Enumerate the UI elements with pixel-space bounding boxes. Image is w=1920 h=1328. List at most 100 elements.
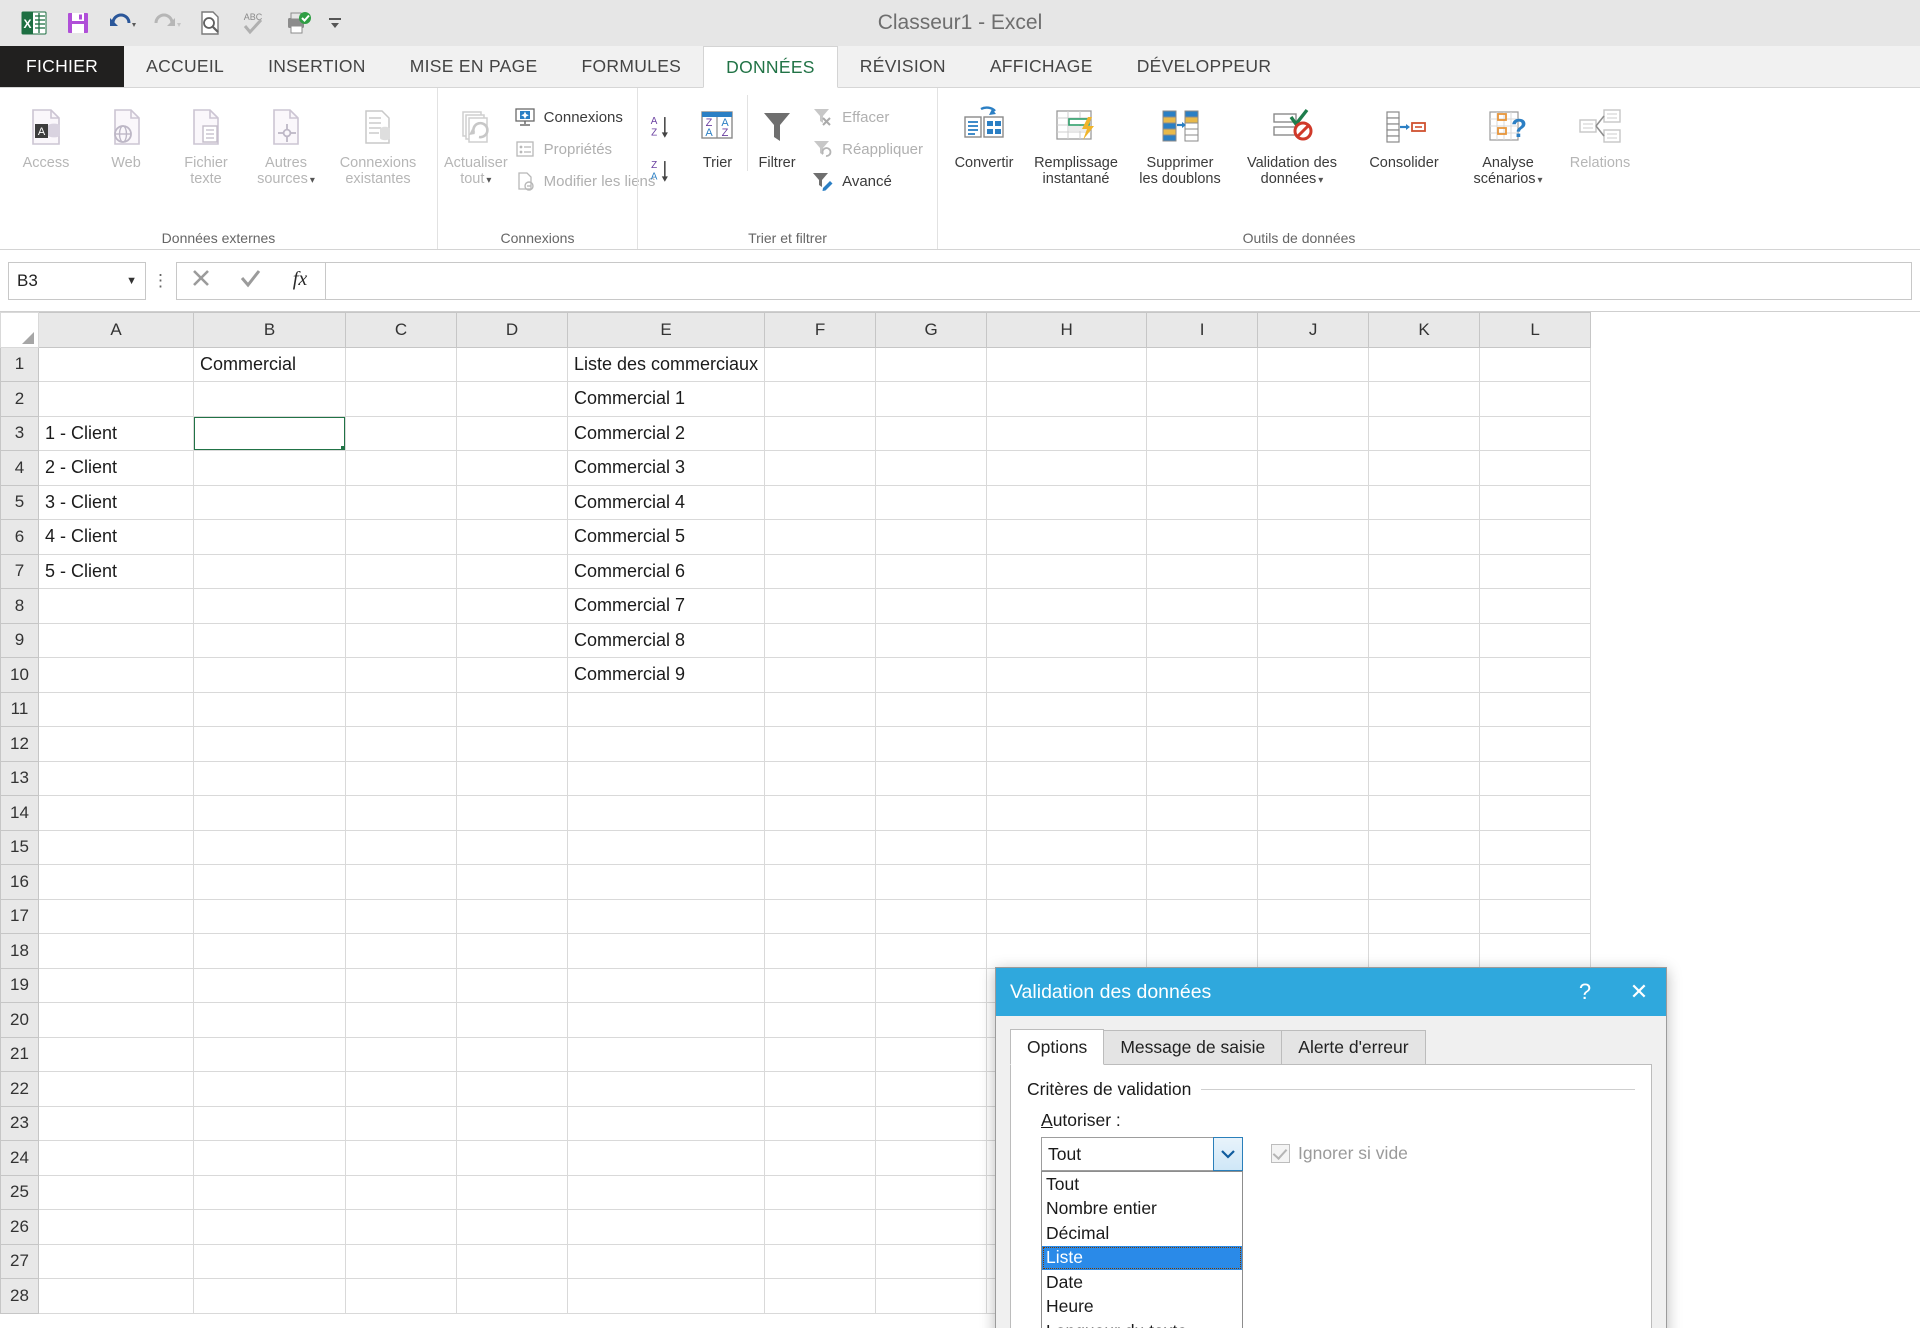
row-header-14[interactable]: 14 xyxy=(0,795,39,831)
cell-B18[interactable] xyxy=(193,933,346,969)
cell-C14[interactable] xyxy=(345,795,457,831)
cell-A15[interactable] xyxy=(38,829,194,865)
ribbon-button-connexions-existantes[interactable]: Connexions existantes xyxy=(326,95,430,187)
cell-I3[interactable] xyxy=(1146,415,1259,451)
cell-F19[interactable] xyxy=(764,967,877,1003)
cell-G24[interactable] xyxy=(875,1140,988,1176)
cell-K7[interactable] xyxy=(1368,553,1481,589)
cell-C3[interactable] xyxy=(345,415,457,451)
cell-K2[interactable] xyxy=(1368,381,1481,417)
cell-C26[interactable] xyxy=(345,1209,457,1245)
cell-L9[interactable] xyxy=(1479,622,1592,658)
row-header-3[interactable]: 3 xyxy=(0,415,39,451)
cell-D12[interactable] xyxy=(456,726,568,762)
cell-I9[interactable] xyxy=(1146,622,1259,658)
cell-J14[interactable] xyxy=(1257,795,1370,831)
cell-B2[interactable] xyxy=(193,381,346,417)
cell-B9[interactable] xyxy=(193,622,346,658)
cell-G19[interactable] xyxy=(875,967,988,1003)
cell-B20[interactable] xyxy=(193,1002,346,1038)
cell-B26[interactable] xyxy=(193,1209,346,1245)
cell-G20[interactable] xyxy=(875,1002,988,1038)
cell-K18[interactable] xyxy=(1368,933,1481,969)
row-header-1[interactable]: 1 xyxy=(0,346,39,382)
cell-J18[interactable] xyxy=(1257,933,1370,969)
cell-E3[interactable]: Commercial 2 xyxy=(566,415,766,451)
chevron-down-icon[interactable]: ▾ xyxy=(486,175,491,186)
cell-H11[interactable] xyxy=(986,691,1148,727)
cell-A1[interactable] xyxy=(38,346,194,382)
cell-C6[interactable] xyxy=(345,519,457,555)
cell-H8[interactable] xyxy=(986,588,1148,624)
cell-G22[interactable] xyxy=(875,1071,988,1107)
cell-G23[interactable] xyxy=(875,1105,988,1141)
cell-E23[interactable] xyxy=(566,1105,766,1141)
cell-J2[interactable] xyxy=(1257,381,1370,417)
select-all-corner[interactable] xyxy=(0,312,39,348)
row-header-11[interactable]: 11 xyxy=(0,691,39,727)
cell-E21[interactable] xyxy=(566,1036,766,1072)
cell-H10[interactable] xyxy=(986,657,1148,693)
print-preview-icon[interactable] xyxy=(190,4,230,42)
row-header-19[interactable]: 19 xyxy=(0,967,39,1003)
cell-K17[interactable] xyxy=(1368,898,1481,934)
cell-D8[interactable] xyxy=(456,588,568,624)
row-header-21[interactable]: 21 xyxy=(0,1036,39,1072)
cell-G16[interactable] xyxy=(875,864,988,900)
cell-F28[interactable] xyxy=(764,1278,877,1314)
cell-B21[interactable] xyxy=(193,1036,346,1072)
tab-developpeur[interactable]: DÉVELOPPEUR xyxy=(1115,46,1294,87)
cell-A6[interactable]: 4 - Client xyxy=(38,519,194,555)
column-header-I[interactable]: I xyxy=(1146,312,1259,348)
cell-D15[interactable] xyxy=(456,829,568,865)
cell-B8[interactable] xyxy=(193,588,346,624)
cell-L6[interactable] xyxy=(1479,519,1592,555)
ribbon-button-effacer[interactable]: Effacer xyxy=(806,101,931,133)
cell-A11[interactable] xyxy=(38,691,194,727)
cell-F25[interactable] xyxy=(764,1174,877,1210)
cell-D25[interactable] xyxy=(456,1174,568,1210)
cell-E25[interactable] xyxy=(566,1174,766,1210)
cell-G28[interactable] xyxy=(875,1278,988,1314)
ignore-blank-checkbox-row[interactable]: Ignorer si vide xyxy=(1271,1143,1408,1164)
cell-B10[interactable] xyxy=(193,657,346,693)
cell-G10[interactable] xyxy=(875,657,988,693)
cell-J7[interactable] xyxy=(1257,553,1370,589)
cell-J17[interactable] xyxy=(1257,898,1370,934)
cell-B13[interactable] xyxy=(193,760,346,796)
cell-J12[interactable] xyxy=(1257,726,1370,762)
cell-F23[interactable] xyxy=(764,1105,877,1141)
cell-F7[interactable] xyxy=(764,553,877,589)
chevron-down-icon[interactable]: ▾ xyxy=(1318,175,1323,186)
cell-E15[interactable] xyxy=(566,829,766,865)
cell-I12[interactable] xyxy=(1146,726,1259,762)
ribbon-button-sort-za[interactable]: Z A xyxy=(644,149,688,193)
cell-H3[interactable] xyxy=(986,415,1148,451)
cell-C23[interactable] xyxy=(345,1105,457,1141)
cell-I1[interactable] xyxy=(1146,346,1259,382)
cell-A26[interactable] xyxy=(38,1209,194,1245)
cell-F4[interactable] xyxy=(764,450,877,486)
help-icon[interactable]: ? xyxy=(1558,968,1612,1016)
allow-dropdown-list[interactable]: Tout Nombre entier Décimal Liste Date He… xyxy=(1041,1171,1243,1328)
cell-E4[interactable]: Commercial 3 xyxy=(566,450,766,486)
row-header-16[interactable]: 16 xyxy=(0,864,39,900)
row-header-9[interactable]: 9 xyxy=(0,622,39,658)
ribbon-button-supprimer-les-doublons[interactable]: Supprimer les doublons xyxy=(1128,95,1232,187)
customize-toolbar-icon[interactable] xyxy=(322,4,348,42)
cell-F6[interactable] xyxy=(764,519,877,555)
cell-L4[interactable] xyxy=(1479,450,1592,486)
cell-F24[interactable] xyxy=(764,1140,877,1176)
column-header-J[interactable]: J xyxy=(1257,312,1370,348)
cell-B19[interactable] xyxy=(193,967,346,1003)
cell-A5[interactable]: 3 - Client xyxy=(38,484,194,520)
cell-A17[interactable] xyxy=(38,898,194,934)
cell-B12[interactable] xyxy=(193,726,346,762)
quick-print-icon[interactable] xyxy=(278,4,318,42)
ribbon-button-validation-des-donnees[interactable]: Validation des données ▾ xyxy=(1232,95,1352,187)
cell-F1[interactable] xyxy=(764,346,877,382)
cell-C15[interactable] xyxy=(345,829,457,865)
row-header-5[interactable]: 5 xyxy=(0,484,39,520)
tab-mise-en-page[interactable]: MISE EN PAGE xyxy=(388,46,560,87)
row-header-13[interactable]: 13 xyxy=(0,760,39,796)
